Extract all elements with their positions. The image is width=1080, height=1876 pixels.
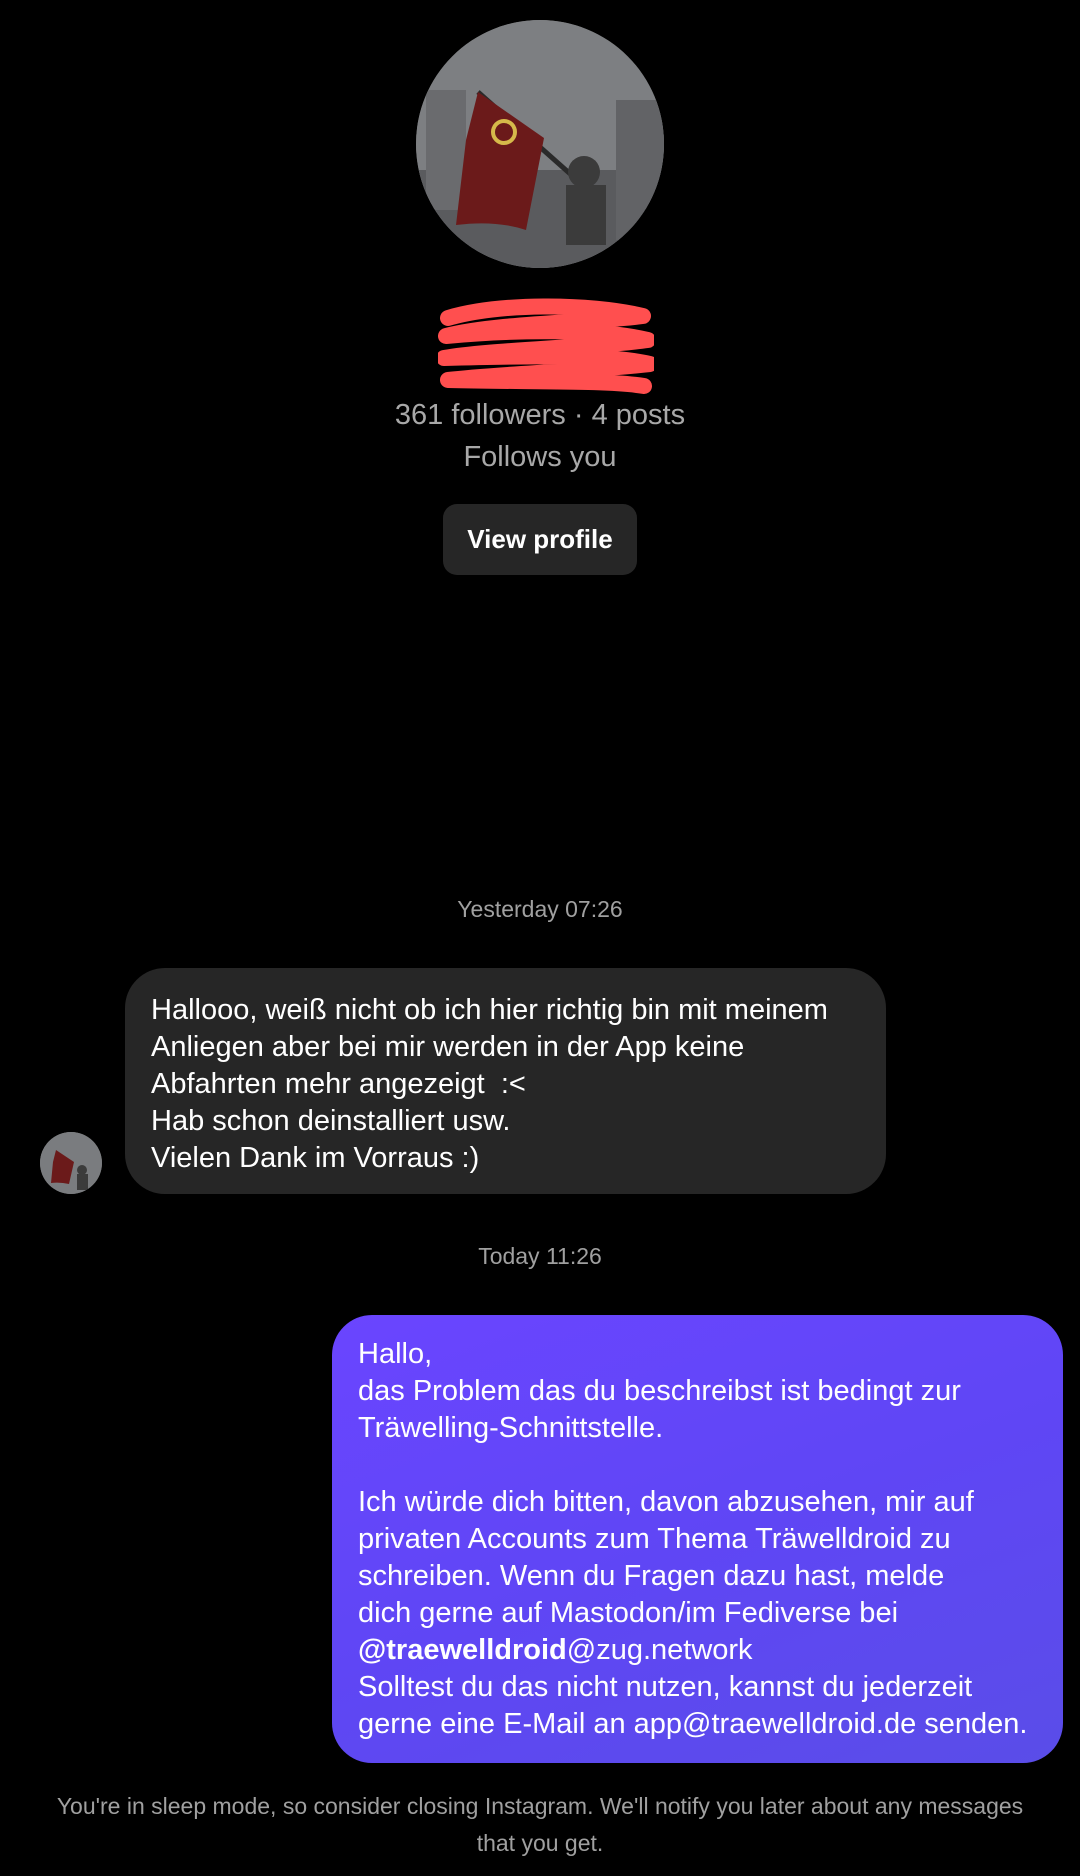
redacted-username [438, 298, 654, 396]
profile-photo-flag-icon [40, 1132, 102, 1194]
message-text-line: @traewelldroid@zug.network [358, 1632, 1037, 1669]
profile-stats: 361 followers · 4 posts [394, 399, 686, 431]
message-text-line: gerne eine E-Mail an app@traewelldroid.d… [358, 1708, 1028, 1740]
message-text-line: das Problem das du beschreibst ist bedin… [358, 1375, 961, 1407]
message-text-line: Solltest du das nicht nutzen, kannst du … [358, 1671, 973, 1703]
incoming-message-bubble[interactable]: Hallooo, weiß nicht ob ich hier richtig … [125, 968, 886, 1194]
message-timestamp: Yesterday 07:26 [457, 896, 623, 922]
mention-handle[interactable]: @traewelldroid [358, 1634, 567, 1666]
message-text-line: Hallo, [358, 1338, 433, 1370]
message-text-line: Vielen Dank im Vorraus :) [151, 1142, 480, 1174]
message-text-line: privaten Accounts zum Thema Träwelldroid… [358, 1523, 951, 1555]
message-text-line: Abfahrten mehr angezeigt :< [151, 1068, 526, 1100]
message-text-line: Ich würde dich bitten, davon abzusehen, … [358, 1486, 974, 1518]
message-text-line: Hallooo, weiß nicht ob ich hier richtig … [151, 994, 828, 1026]
message-text-line: dich gerne auf Mastodon/im Fediverse bei [358, 1597, 899, 1629]
message-text-line: Hab schon deinstalliert usw. [151, 1105, 511, 1137]
redaction-scribble-icon [438, 298, 654, 394]
mention-domain: @zug.network [566, 1634, 753, 1666]
sender-avatar[interactable] [40, 1132, 102, 1194]
message-text-line: schreiben. Wenn du Fragen dazu hast, mel… [358, 1560, 945, 1592]
view-profile-button[interactable]: View profile [443, 504, 637, 575]
message-text-line: Anliegen aber bei mir werden in der App … [151, 1031, 745, 1063]
profile-photo-flag-icon [416, 20, 664, 268]
message-text-line: Träwelling-Schnittstelle. [358, 1412, 664, 1444]
sleep-mode-notice: You're in sleep mode, so consider closin… [56, 1793, 1024, 1856]
profile-avatar[interactable] [416, 20, 664, 268]
outgoing-message-bubble[interactable]: Hallo, das Problem das du beschreibst is… [332, 1315, 1063, 1763]
follows-you-label: Follows you [463, 441, 617, 473]
message-timestamp: Today 11:26 [478, 1243, 602, 1269]
